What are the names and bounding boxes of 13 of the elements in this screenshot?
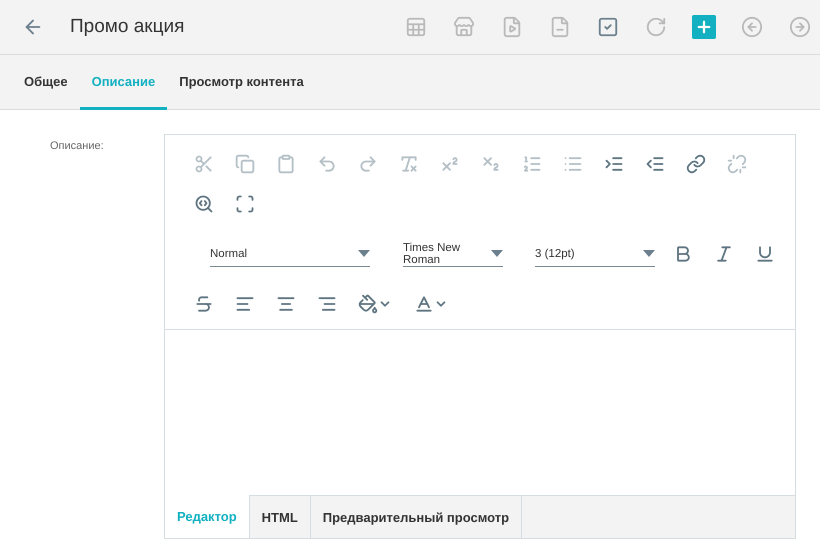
caret-icon [643, 250, 655, 257]
dropdown[interactable]: Times New Roman [403, 241, 503, 267]
caret-icon [358, 250, 370, 257]
checkbox-icon[interactable] [596, 15, 620, 39]
dropdown[interactable]: 3 (12pt) [535, 241, 655, 267]
dropdown[interactable]: Normal [210, 241, 370, 267]
tab[interactable]: Общее [12, 55, 80, 110]
plus-icon [695, 18, 713, 36]
tab[interactable]: Просмотр контента [167, 55, 316, 110]
field-label: Описание: [50, 139, 105, 154]
page-title: Промо акция [70, 16, 186, 38]
caret-icon [491, 250, 503, 257]
add-button[interactable] [692, 15, 716, 39]
